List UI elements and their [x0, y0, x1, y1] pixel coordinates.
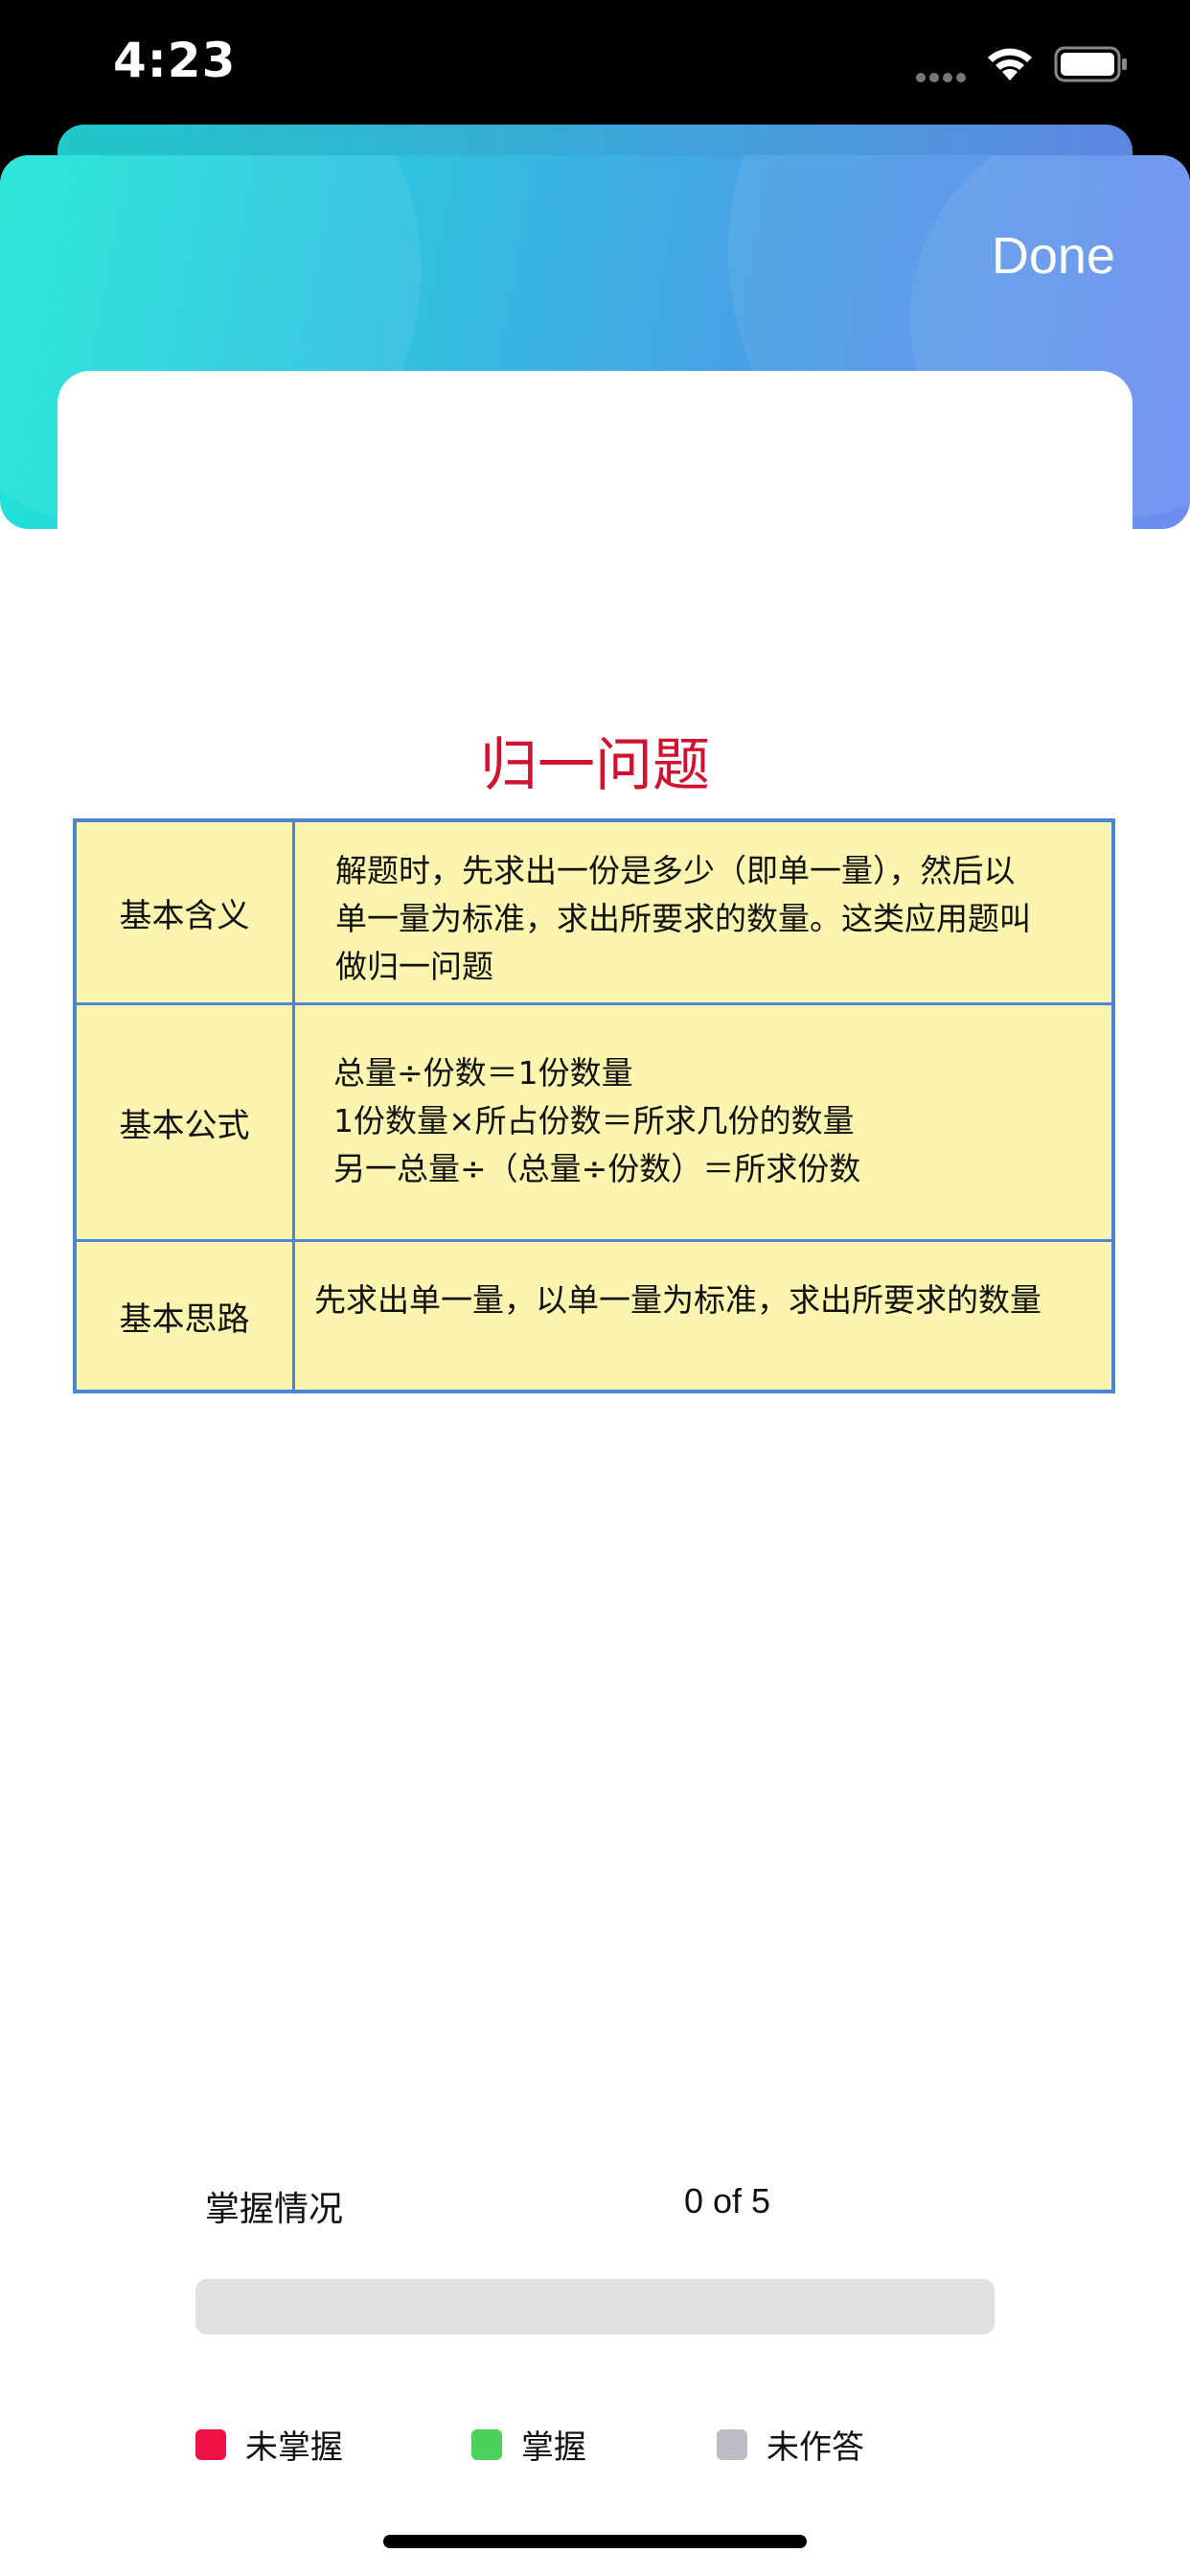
- legend-item-mastered: 掌握: [471, 2421, 586, 2468]
- content-line: 总量÷份数＝1份数量: [333, 1054, 633, 1092]
- table-row: 基本思路 先求出单一量，以单一量为标准，求出所要求的数量: [77, 1242, 1111, 1390]
- status-time: 4:23: [113, 33, 237, 88]
- legend-swatch: [717, 2428, 747, 2460]
- content-line: 先求出单一量，以单一量为标准，求出所要求的数量: [314, 1281, 1041, 1319]
- content-line: 单一量为标准，求出所要求的数量。这类应用题叫: [335, 900, 1031, 937]
- wifi-icon: [988, 48, 1032, 80]
- content-line: 另一总量÷（总量÷份数）＝所求份数: [333, 1150, 861, 1187]
- content-line: 1份数量×所占份数＝所求几份的数量: [333, 1102, 855, 1139]
- row-content: 先求出单一量，以单一量为标准，求出所要求的数量: [295, 1242, 1111, 1390]
- mastery-progress-bar: [195, 2279, 995, 2334]
- done-button[interactable]: Done: [992, 226, 1115, 286]
- legend-item-unmastered: 未掌握: [195, 2421, 343, 2468]
- battery-icon: [1054, 46, 1127, 82]
- legend-label: 未作答: [767, 2428, 864, 2467]
- content-line: 解题时，先求出一份是多少（即单一量），然后以: [335, 852, 1016, 889]
- mastery-count: 0 of 5: [684, 2181, 771, 2220]
- signal-icon: [916, 73, 966, 82]
- table-row: 基本含义 解题时，先求出一份是多少（即单一量），然后以 单一量为标准，求出所要求…: [77, 822, 1111, 1002]
- row-label: 基本思路: [77, 1242, 295, 1390]
- content-line: 做归一问题: [335, 948, 493, 985]
- home-indicator: [383, 2535, 807, 2548]
- content-card: [57, 371, 1133, 563]
- topic-title: 归一问题: [480, 732, 710, 799]
- table-row: 基本公式 总量÷份数＝1份数量 1份数量×所占份数＝所求几份的数量 另一总量÷（…: [77, 1005, 1111, 1239]
- row-label: 基本公式: [77, 1005, 295, 1239]
- legend-swatch: [471, 2428, 502, 2460]
- row-content: 总量÷份数＝1份数量 1份数量×所占份数＝所求几份的数量 另一总量÷（总量÷份数…: [295, 1005, 1111, 1239]
- row-content: 解题时，先求出一份是多少（即单一量），然后以 单一量为标准，求出所要求的数量。这…: [295, 822, 1111, 1002]
- legend-label: 掌握: [521, 2428, 586, 2467]
- legend-item-unanswered: 未作答: [717, 2421, 864, 2468]
- concept-table: 基本含义 解题时，先求出一份是多少（即单一量），然后以 单一量为标准，求出所要求…: [73, 818, 1115, 1393]
- row-label: 基本含义: [77, 822, 295, 1002]
- legend-swatch: [195, 2428, 226, 2460]
- legend-label: 未掌握: [245, 2428, 343, 2467]
- mastery-label: 掌握情况: [205, 2190, 344, 2229]
